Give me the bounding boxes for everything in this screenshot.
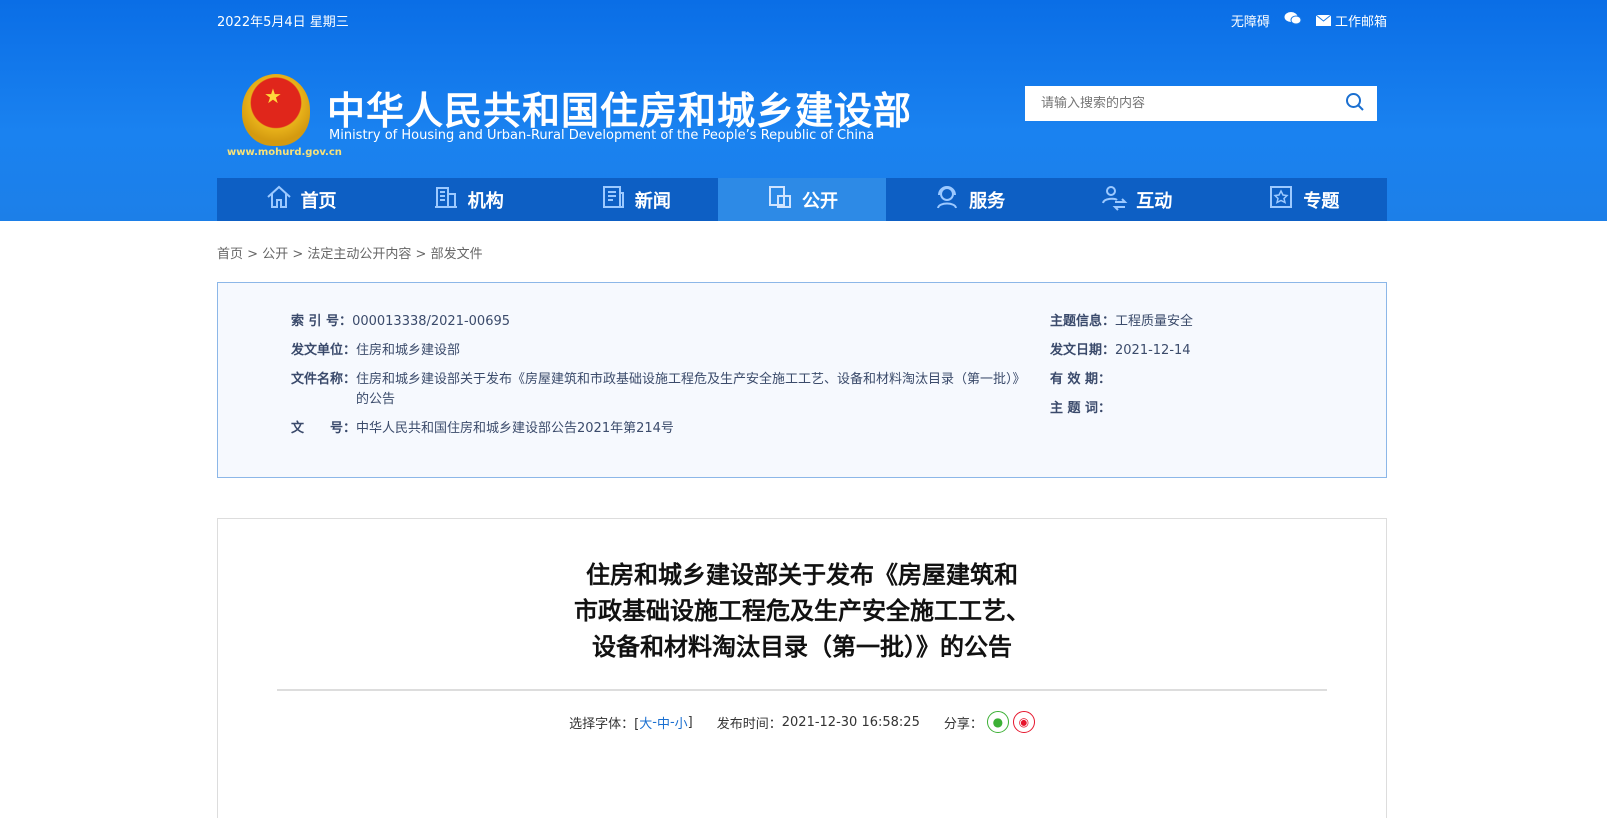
share-label: 分享： [943,716,983,732]
search-button[interactable] [1333,86,1377,121]
title-line: 市政基础设施工程危及生产安全施工工艺、 [574,597,1030,625]
service-person-icon [933,183,961,216]
nav-label: 新闻 [634,190,671,212]
nav-interaction[interactable]: 互动 [1053,178,1220,221]
topic-value: 工程质量安全 [1115,314,1194,329]
wechat-share-icon[interactable]: ● [986,711,1009,733]
nav-label: 公开 [801,190,838,212]
nav-news[interactable]: 新闻 [551,178,718,221]
article-meta: 选择字体：[ 大 - 中 - 小 ] 发布时间： 2021-12-30 16:5… [218,711,1386,733]
unit-label: 发文单位： [291,343,357,358]
national-emblem-logo [242,74,310,146]
main-nav: 首页 机构 新闻 公开 服务 互动 专题 [217,178,1387,221]
breadcrumb-statutory[interactable]: 法定主动公开内容 [307,247,411,262]
home-icon [265,183,293,216]
site-url: www.mohurd.gov.cn [227,147,342,158]
breadcrumb-ministry-docs[interactable]: 部发文件 [431,247,483,262]
work-mail-link[interactable]: 工作邮箱 [1315,11,1387,30]
nav-label: 服务 [969,190,1006,212]
nav-public[interactable]: 公开 [718,178,886,221]
search-input[interactable] [1025,96,1333,111]
title-line: 住房和城乡建设部关于发布《房屋建筑和 [586,561,1018,589]
building-icon [432,183,460,216]
name-label: 文件名称： [291,372,357,387]
nav-organization[interactable]: 机构 [384,178,551,221]
newspaper-icon [599,183,627,216]
font-small-button[interactable]: 小 [675,713,688,732]
nav-label: 机构 [467,190,504,212]
site-title-en: Ministry of Housing and Urban-Rural Deve… [329,128,875,143]
current-date: 2022年5月4日 星期三 [217,14,349,30]
weibo-share-icon[interactable]: ◉ [1012,711,1035,733]
keywords-label: 主 题 词： [1050,401,1112,416]
interaction-icon [1100,183,1128,216]
accessibility-link[interactable]: 无障碍 [1231,11,1270,30]
nav-label: 专题 [1303,190,1340,212]
wechat-icon[interactable] [1284,11,1302,29]
star-icon [1267,183,1295,216]
unit-value: 住房和城乡建设部 [356,343,461,358]
breadcrumb-home[interactable]: 首页 [217,247,243,262]
site-header: 2022年5月4日 星期三 无障碍 工作邮箱 www.mohurd.gov.cn… [0,0,1607,221]
divider [277,689,1327,691]
search-box [1025,86,1377,121]
article-title: 住房和城乡建设部关于发布《房屋建筑和 市政基础设施工程危及生产安全施工工艺、 设… [218,557,1386,665]
docno-label: 文 号： [291,421,357,436]
name-value: 住房和城乡建设部关于发布《房屋建筑和市政基础设施工程危及生产安全施工工艺、设备和… [356,372,1026,407]
top-bar: 2022年5月4日 星期三 无障碍 工作邮箱 [217,0,1387,40]
publish-time-label: 发布时间： [716,716,782,732]
work-mail-label: 工作邮箱 [1334,14,1387,30]
site-title: 中华人民共和国住房和城乡建设部 [327,89,913,133]
document-icon [766,183,794,216]
font-medium-button[interactable]: 中 [657,713,670,732]
docno-value: 中华人民共和国住房和城乡建设部公告2021年第214号 [356,421,674,436]
title-line: 设备和材料淘汰目录（第一批）》的公告 [592,633,1012,661]
font-size-bracket: ] [687,714,693,730]
nav-service[interactable]: 服务 [886,178,1053,221]
nav-label: 互动 [1136,190,1173,212]
mail-icon [1315,14,1332,30]
index-value: 000013338/2021-00695 [352,314,511,329]
nav-label: 首页 [300,190,337,212]
nav-home[interactable]: 首页 [217,178,384,221]
font-large-button[interactable]: 大 [639,713,652,732]
topic-label: 主题信息： [1050,314,1116,329]
publish-time: 2021-12-30 16:58:25 [781,714,920,730]
document-info-box: 索 引 号： 000013338/2021-00695 发文单位： 住房和城乡建设部… [217,282,1387,478]
index-label: 索 引 号： [291,314,353,329]
nav-special[interactable]: 专题 [1220,178,1387,221]
breadcrumb: 首页 > 公开 > 法定主动公开内容 > 部发文件 [217,247,483,262]
date-label: 发文日期： [1050,343,1116,358]
search-icon [1345,92,1365,116]
article: 住房和城乡建设部关于发布《房屋建筑和 市政基础设施工程危及生产安全施工工艺、 设… [217,518,1387,818]
validity-label: 有 效 期： [1050,372,1112,387]
date-value: 2021-12-14 [1115,343,1191,358]
font-size-label: 选择字体：[ [569,716,640,732]
breadcrumb-public[interactable]: 公开 [262,247,288,262]
